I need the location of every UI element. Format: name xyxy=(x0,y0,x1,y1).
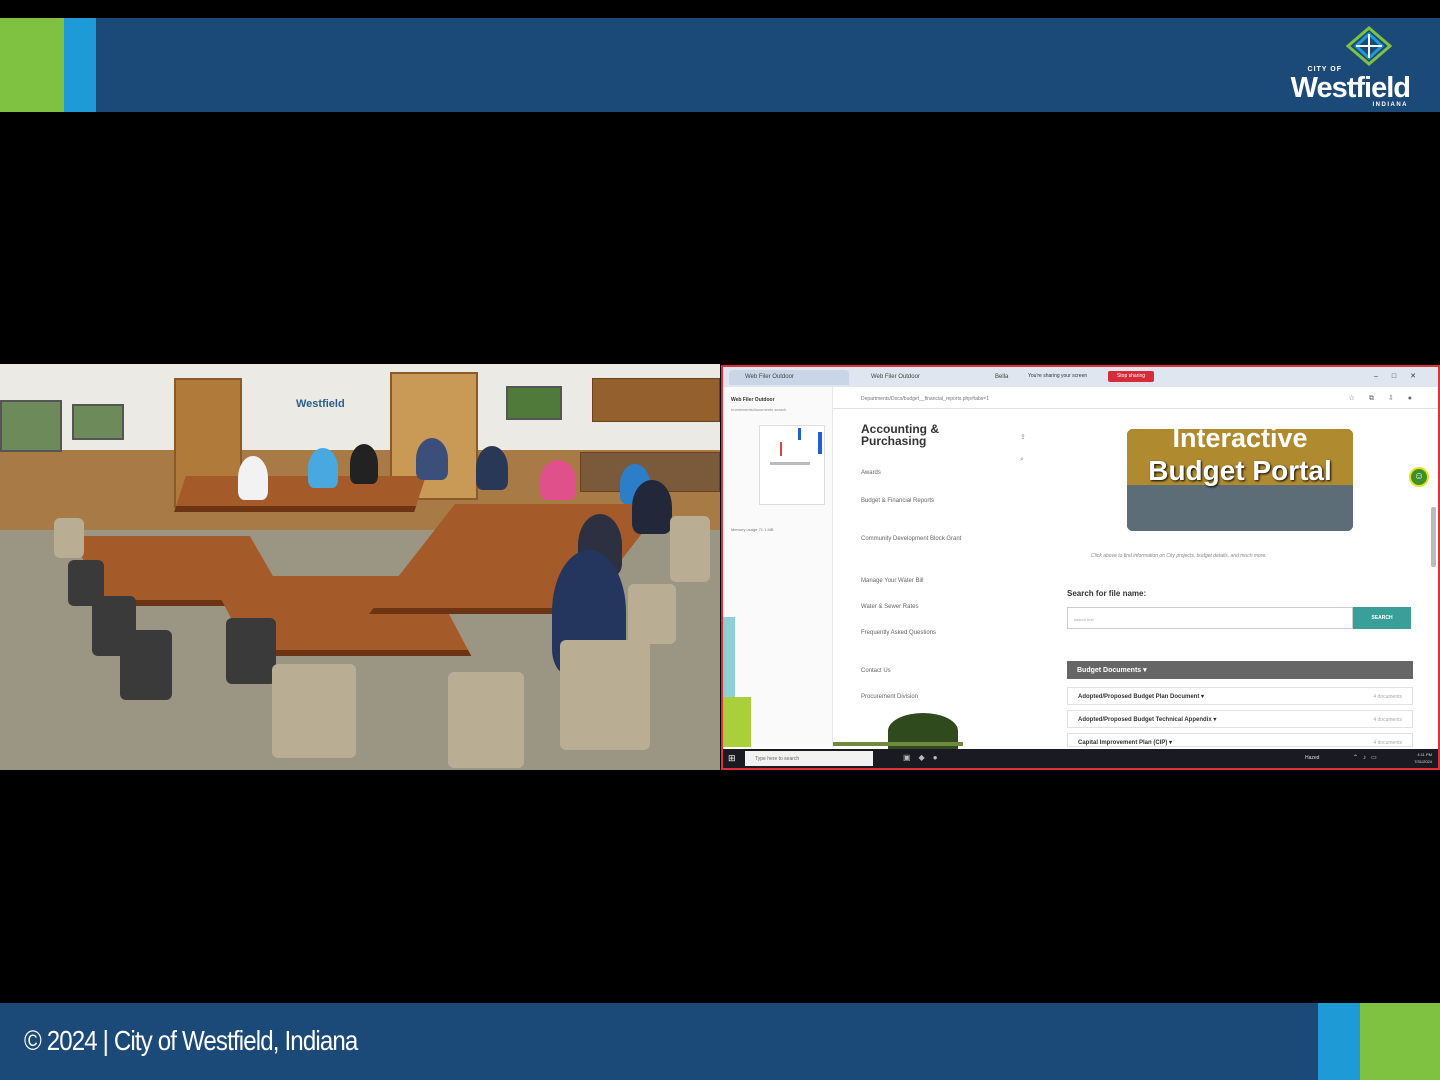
document-thumbnail[interactable] xyxy=(759,425,825,505)
meeting-attendee xyxy=(632,480,672,534)
nav-link-awards[interactable]: Awards xyxy=(861,469,971,477)
taskbar-weather[interactable]: Hazed xyxy=(1305,755,1319,761)
taskbar-app-icons[interactable]: ▣◆● xyxy=(903,753,946,762)
budget-documents-header[interactable]: Budget Documents ▾ xyxy=(1067,661,1413,679)
bottom-banner: © 2024 | City of Westfield, Indiana xyxy=(0,1003,1440,1080)
nav-link-faq[interactable]: Frequently Asked Questions xyxy=(861,629,971,637)
nav-link-water-bill[interactable]: Manage Your Water Bill xyxy=(861,577,971,585)
document-folder-name: Adopted/Proposed Budget Plan Document xyxy=(1078,694,1200,700)
decorative-strip xyxy=(723,697,751,747)
sharing-note: You're sharing your screen xyxy=(1028,373,1088,379)
search-button[interactable]: SEARCH xyxy=(1353,607,1411,629)
docs-header-label: Budget Documents xyxy=(1077,667,1142,674)
wall-painting xyxy=(506,386,562,420)
windows-taskbar: ⊞ Type here to search ▣◆● Hazed ⌃♪▭ 4:11… xyxy=(723,749,1438,768)
document-count: 4 documents xyxy=(1373,740,1402,746)
meeting-attendee xyxy=(308,448,338,488)
office-chair xyxy=(670,516,710,582)
logo-name: Westfield xyxy=(1290,72,1411,104)
wall-painting xyxy=(72,404,124,440)
hero-line2: Budget Portal xyxy=(1148,455,1332,486)
accessibility-icon[interactable]: ☺ xyxy=(1409,467,1429,487)
nav-link-cdbg[interactable]: Community Development Block Grant xyxy=(861,535,971,543)
document-count: 4 documents xyxy=(1373,717,1402,723)
wall-painting xyxy=(0,400,62,452)
wall-sign: Westfield xyxy=(296,398,345,410)
nav-link-procurement[interactable]: Procurement Division xyxy=(861,693,971,701)
hero-caption: Click above to find information on City … xyxy=(1091,553,1267,559)
budget-portal-banner[interactable]: Interactive Budget Portal xyxy=(1127,429,1353,531)
office-chair xyxy=(272,664,356,758)
diamond-logo-icon xyxy=(1346,26,1392,66)
green-stripe xyxy=(0,18,64,112)
meeting-attendee xyxy=(416,438,448,480)
blue-stripe xyxy=(64,18,96,112)
office-chair xyxy=(448,672,524,768)
clock-time: 4:11 PM xyxy=(1417,752,1432,757)
document-count: 4 documents xyxy=(1373,694,1402,700)
nav-link-budget-reports[interactable]: Budget & Financial Reports xyxy=(861,497,971,505)
office-chair xyxy=(120,630,172,700)
document-folder-row[interactable]: Adopted/Proposed Budget Plan Document ▾ … xyxy=(1067,687,1413,705)
taskbar-search-input[interactable]: Type here to search xyxy=(745,751,873,766)
clock-date: 7/31/2024 xyxy=(1414,759,1432,764)
window-controls[interactable]: –□✕ xyxy=(1374,372,1430,380)
ground-graphic xyxy=(833,742,963,746)
file-panel-subtitle: Investments/documents search xyxy=(731,407,787,412)
windows-start-icon[interactable]: ⊞ xyxy=(728,753,736,764)
url-text[interactable]: Departments/Docs/budget__financial_repor… xyxy=(861,396,989,402)
stop-sharing-button[interactable]: Stop sharing xyxy=(1108,371,1154,382)
system-tray-icons[interactable]: ⌃♪▭ xyxy=(1353,754,1382,761)
logo-state: INDIANA xyxy=(1372,102,1408,108)
browser-tab-bar: Web Filer Outdoor Web Filer Outdoor Bell… xyxy=(723,367,1438,387)
nav-heading: Purchasing xyxy=(861,434,927,448)
green-stripe xyxy=(1360,1003,1440,1080)
meeting-attendee xyxy=(350,444,378,484)
hero-line1: Interactive xyxy=(1172,429,1308,453)
search-label: Search for file name: xyxy=(1067,589,1147,598)
office-chair xyxy=(226,618,276,684)
document-folder-row[interactable]: Capital Improvement Plan (CIP) ▾ 4 docum… xyxy=(1067,733,1413,747)
wall-cabinet xyxy=(592,378,720,422)
conference-table xyxy=(174,476,426,512)
file-panel: Web Filer Outdoor Investments/documents … xyxy=(723,387,833,747)
copyright-text: © 2024 | City of Westfield, Indiana xyxy=(24,1025,358,1056)
office-chair xyxy=(628,584,676,644)
document-folder-name: Adopted/Proposed Budget Technical Append… xyxy=(1078,717,1212,723)
taskbar-clock[interactable]: 4:11 PM 7/31/2024 xyxy=(1414,751,1432,765)
nav-link-contact[interactable]: Contact Us xyxy=(861,667,971,675)
document-folder-name: Capital Improvement Plan (CIP) xyxy=(1078,740,1168,746)
top-banner: CITY OF Westfield INDIANA xyxy=(0,18,1440,112)
office-chair xyxy=(54,518,84,558)
browser-tab[interactable]: Web Filer Outdoor xyxy=(729,370,849,385)
westfield-logo: CITY OF Westfield INDIANA xyxy=(1280,26,1411,108)
browser-tab[interactable]: Web Filer Outdoor xyxy=(855,370,973,385)
office-chair xyxy=(560,640,650,750)
browser-tab[interactable]: Bella xyxy=(979,370,1023,385)
video-frame: CITY OF Westfield INDIANA Westfield Web … xyxy=(0,0,1440,1080)
file-panel-size: Memory usage 71.1 MB xyxy=(731,527,774,532)
meeting-attendee xyxy=(476,446,508,490)
meeting-attendee xyxy=(238,456,268,500)
screen-share: Web Filer Outdoor Web Filer Outdoor Bell… xyxy=(721,365,1440,770)
file-panel-title: Web Filer Outdoor xyxy=(731,397,775,403)
share-icons[interactable]: ⇪ ⌕ xyxy=(1020,427,1026,471)
meeting-attendee xyxy=(540,460,576,500)
decorative-strip xyxy=(723,617,735,697)
scrollbar[interactable] xyxy=(1431,507,1436,567)
document-folder-row[interactable]: Adopted/Proposed Budget Technical Append… xyxy=(1067,710,1413,728)
browser-toolbar-icons[interactable]: ☆⧉⇩● xyxy=(1349,394,1426,403)
department-nav: Accounting & Purchasing Awards Budget & … xyxy=(861,423,981,700)
blue-stripe xyxy=(1318,1003,1360,1080)
file-search-input[interactable]: search text xyxy=(1067,607,1353,629)
meeting-room-camera: Westfield xyxy=(0,364,720,770)
nav-link-water-rates[interactable]: Water & Sewer Rates xyxy=(861,603,971,611)
